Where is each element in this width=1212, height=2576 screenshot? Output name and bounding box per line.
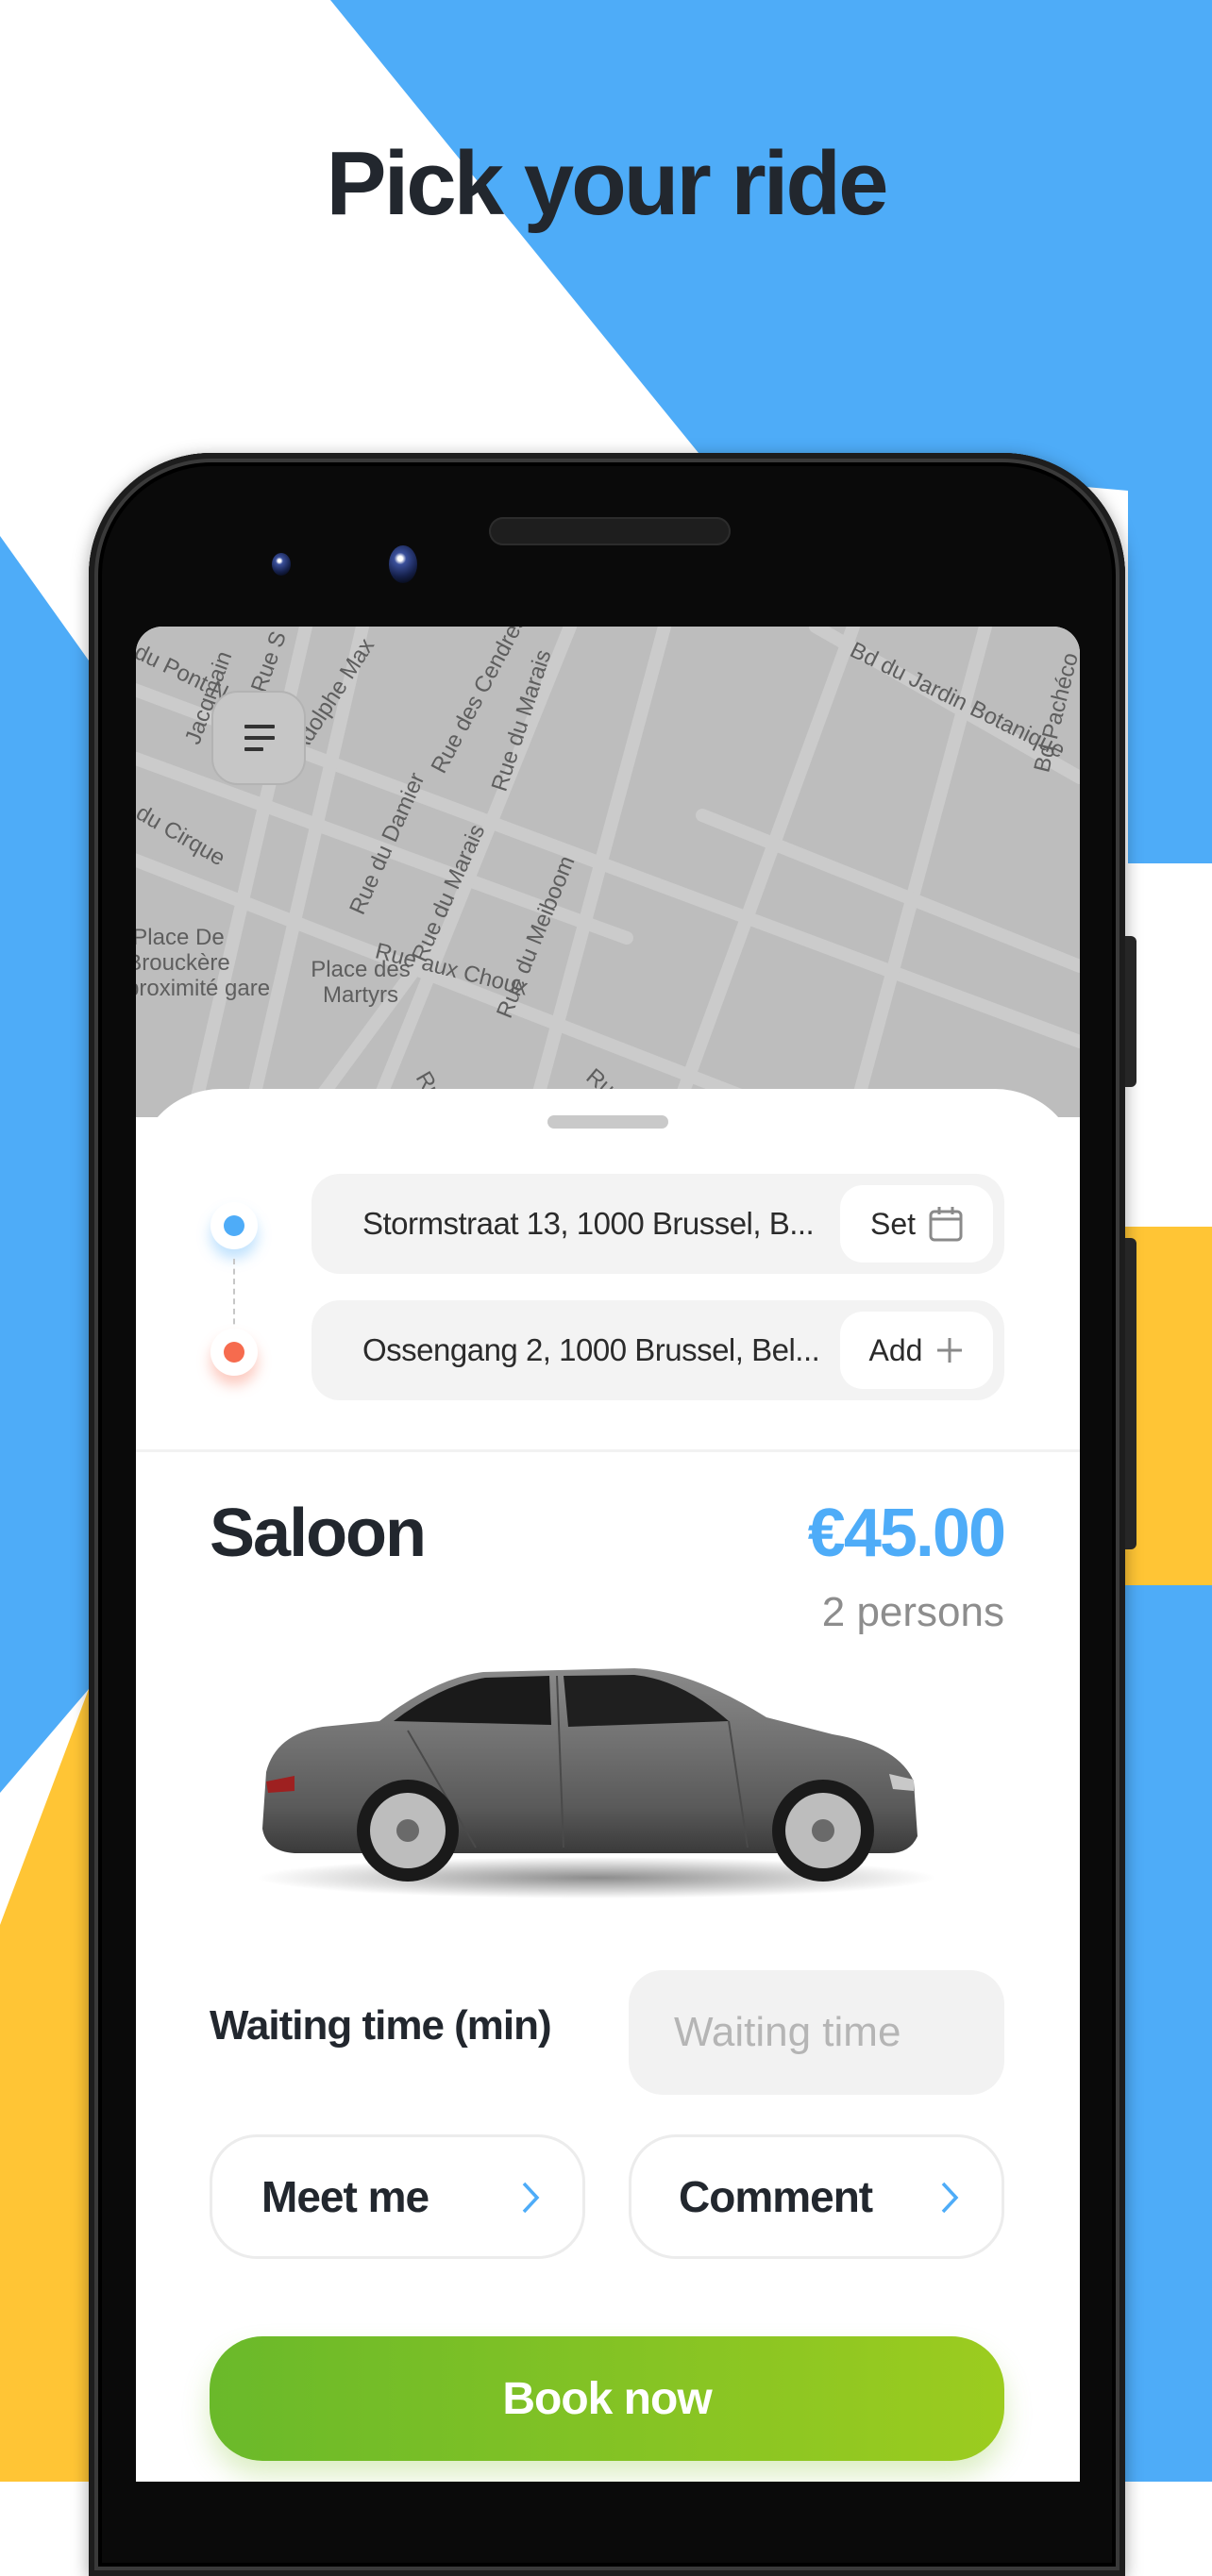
chevron-right-icon [522,2182,540,2214]
set-time-button[interactable]: Set [840,1185,993,1263]
calendar-icon [929,1207,963,1242]
plus-icon [937,1338,963,1363]
waiting-time-input[interactable] [629,1970,1004,2095]
sheet-drag-handle[interactable] [547,1115,668,1129]
meet-me-button[interactable]: Meet me [210,2134,585,2259]
bg-blue-left [0,536,89,1793]
map-view[interactable]: du Pont Neuf Jacqmain Rue S Bd Adolphe M… [136,627,1080,1144]
meet-me-label: Meet me [261,2172,429,2221]
set-label: Set [869,1206,917,1241]
menu-button[interactable] [211,691,306,785]
pickup-marker [210,1202,258,1249]
destination-dot-icon [224,1342,244,1363]
phone-front-camera [389,545,417,583]
pickup-address: Stormstraat 13, 1000 Brussel, B... [362,1206,815,1241]
menu-icon [244,747,263,751]
pickup-dot-icon [224,1215,244,1236]
section-divider [136,1449,1080,1452]
bg-yellow-right [1125,1227,1212,1585]
menu-icon [244,736,275,740]
vehicle-capacity: 2 persons [821,1589,1004,1635]
pickup-address-field[interactable]: Stormstraat 13, 1000 Brussel, B... Set [311,1174,1004,1274]
vehicle-name: Saloon [210,1496,427,1571]
vehicle-price: €45.00 [807,1496,1006,1571]
car-image [257,1668,936,1899]
map-label: Place des Martyrs [311,957,411,1008]
map-label: Place De Brouckère proximité gare [136,925,271,1001]
comment-button[interactable]: Comment [629,2134,1004,2259]
comment-label: Comment [679,2172,873,2221]
phone-sensor [272,553,291,576]
add-stop-button[interactable]: Add [840,1312,993,1389]
route-connector [233,1259,235,1334]
destination-marker [210,1329,258,1376]
page-headline: Pick your ride [326,133,889,234]
phone-speaker [489,517,731,545]
phone-volume-button [1125,1238,1136,1549]
add-label: Add [868,1332,923,1367]
destination-address-field[interactable]: Ossengang 2, 1000 Brussel, Bel... Add [311,1300,1004,1400]
chevron-right-icon [941,2182,959,2214]
waiting-time-label: Waiting time (min) [210,2002,552,2049]
app-screen: du Pont Neuf Jacqmain Rue S Bd Adolphe M… [136,627,1080,2482]
phone-power-button [1125,936,1136,1087]
destination-address: Ossengang 2, 1000 Brussel, Bel... [362,1332,820,1367]
bg-blue-right-bottom [1125,1585,1212,2482]
menu-icon [244,725,275,728]
ride-bottom-sheet: Stormstraat 13, 1000 Brussel, B... Set O… [136,1089,1080,2482]
book-now-button[interactable]: Book now [210,2336,1004,2461]
